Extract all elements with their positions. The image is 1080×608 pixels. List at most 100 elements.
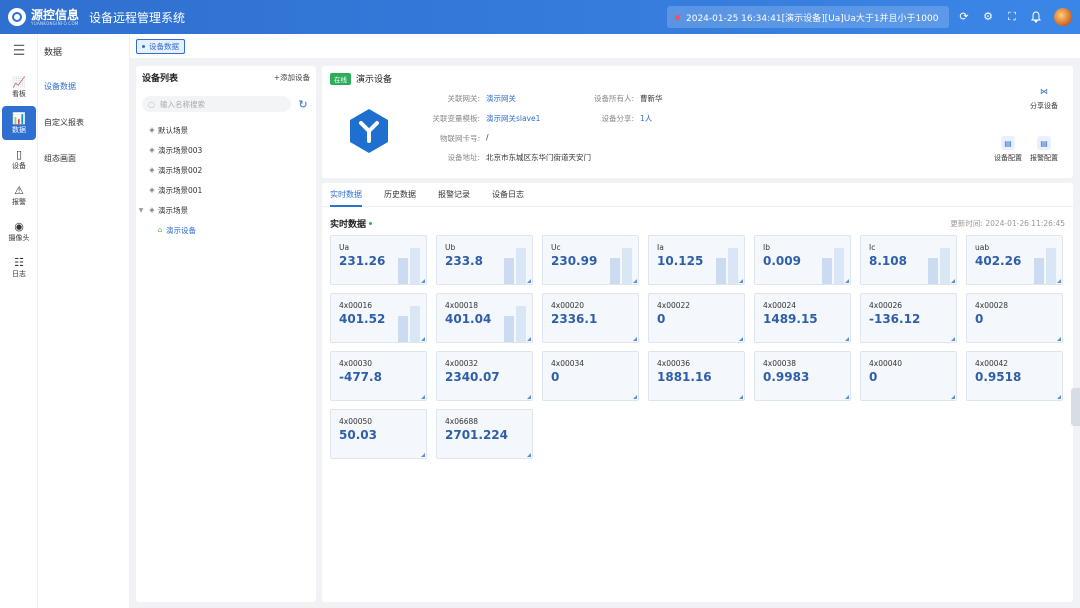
rail-item-dashboard[interactable]: 📈 看板	[2, 70, 36, 104]
tree-node[interactable]: ◈ 演示场景002	[136, 160, 316, 180]
gateway-key: 关联网关:	[447, 94, 480, 103]
gateway-link[interactable]: 演示网关	[486, 93, 516, 104]
bell-icon[interactable]	[1030, 11, 1042, 23]
data-cell[interactable]: Ua 231.26	[330, 235, 427, 285]
data-cell[interactable]: 4x00038 0.9983	[754, 351, 851, 401]
rail-item-device[interactable]: ▯ 设备	[2, 142, 36, 176]
page-tab-device-data[interactable]: 设备数据	[136, 39, 185, 54]
submenu-item-device-data[interactable]: 设备数据	[38, 68, 129, 104]
refresh-icon[interactable]: ⟳	[958, 11, 970, 23]
resize-corner-icon	[845, 337, 849, 341]
rail-item-alarm[interactable]: ⚠ 报警	[2, 178, 36, 212]
submenu-item-scada[interactable]: 组态画面	[38, 140, 129, 176]
tab-realtime[interactable]: 实时数据	[330, 183, 362, 207]
device-search-input[interactable]: ○ 输入名称搜索	[142, 96, 291, 112]
owner-key: 设备所有人:	[593, 94, 634, 103]
realtime-grid: Ua 231.26 Ub 233.8 Uc 230.99 Ia 10.125 Ib 0.009 Ic…	[330, 235, 1072, 459]
update-time: 更新时间: 2024-01-26 11:26:45	[950, 219, 1065, 228]
dashboard-icon: 📈	[12, 75, 26, 89]
rail-item-label: 摄像头	[8, 233, 30, 242]
side-drawer-handle[interactable]	[1071, 388, 1080, 426]
data-cell[interactable]: 4x00016 401.52	[330, 293, 427, 343]
data-cell[interactable]: 4x00022 0	[648, 293, 745, 343]
tab-history[interactable]: 历史数据	[384, 183, 416, 207]
tree-node[interactable]: ◈ 演示场景003	[136, 140, 316, 160]
resize-corner-icon	[633, 279, 637, 283]
alarm-config-button[interactable]: ▤ 报警配置	[1030, 136, 1058, 163]
mini-bar	[516, 306, 526, 342]
alarm-text: 2024-01-25 16:34:41[演示设备][Ua]Ua大于1并且小于10…	[686, 13, 939, 24]
device-logo-icon	[349, 108, 389, 154]
data-cell[interactable]: Ia 10.125	[648, 235, 745, 285]
data-cell-value: 0.9983	[763, 370, 810, 384]
data-cell[interactable]: uab 402.26	[966, 235, 1063, 285]
tree-node[interactable]: ◈ 默认场景	[136, 120, 316, 140]
realtime-title: 实时数据	[330, 220, 367, 230]
data-cell-label: 4x00028	[975, 301, 1009, 310]
device-config-button[interactable]: ▤ 设备配置	[994, 136, 1022, 163]
data-cell[interactable]: Ic 8.108	[860, 235, 957, 285]
share-device-button[interactable]: ⋈ 分享设备	[1030, 84, 1058, 111]
data-cell[interactable]: 4x00040 0	[860, 351, 957, 401]
data-cell[interactable]: 4x00032 2340.07	[436, 351, 533, 401]
refresh-list-icon[interactable]: ↻	[296, 98, 310, 111]
resize-corner-icon	[421, 395, 425, 399]
data-cell[interactable]: 4x00042 0.9518	[966, 351, 1063, 401]
data-tabs: 实时数据 历史数据 报警记录 设备日志	[322, 183, 1073, 207]
data-cell-value: 0	[551, 370, 560, 384]
fullscreen-icon[interactable]: ⛶	[1006, 11, 1018, 23]
data-cell-value: 231.26	[339, 254, 386, 268]
resize-corner-icon	[527, 337, 531, 341]
data-cell[interactable]: 4x06688 2701.224	[436, 409, 533, 459]
data-cell[interactable]: Ib 0.009	[754, 235, 851, 285]
alarm-ticker[interactable]: 2024-01-25 16:34:41[演示设备][Ua]Ua大于1并且小于10…	[667, 6, 949, 28]
app-header: 源控信息 YUANKONGINFO.COM 设备远程管理系统 2024-01-2…	[0, 0, 1080, 34]
resize-corner-icon	[633, 395, 637, 399]
resize-corner-icon	[951, 337, 955, 341]
data-cell-label: 4x00042	[975, 359, 1009, 368]
add-device-button[interactable]: +添加设备	[274, 72, 310, 83]
tree-node[interactable]: ◈ 演示场景001	[136, 180, 316, 200]
menu-toggle-icon[interactable]: ☰	[0, 34, 38, 68]
data-cell-value: 8.108	[869, 254, 907, 268]
settings-icon[interactable]: ⚙	[982, 11, 994, 23]
data-cell[interactable]: 4x00030 -477.8	[330, 351, 427, 401]
data-cell[interactable]: 4x00018 401.04	[436, 293, 533, 343]
expand-caret-icon[interactable]: ▼	[136, 207, 146, 214]
data-cell-value: 401.52	[339, 312, 386, 326]
tree-node[interactable]: ▼ ◈ 演示场景	[136, 200, 316, 220]
data-cell[interactable]: 4x00026 -136.12	[860, 293, 957, 343]
mini-bar	[398, 316, 408, 342]
data-cell-value: 402.26	[975, 254, 1022, 268]
tab-dot-icon	[142, 45, 145, 48]
device-node-icon: ⌂	[157, 226, 163, 234]
data-cell[interactable]: 4x00034 0	[542, 351, 639, 401]
data-cell[interactable]: Uc 230.99	[542, 235, 639, 285]
rail-item-log[interactable]: ☷ 日志	[2, 250, 36, 284]
data-cell-value: -477.8	[339, 370, 382, 384]
data-cell[interactable]: 4x00050 50.03	[330, 409, 427, 459]
template-link[interactable]: 演示网关slave1	[486, 113, 540, 124]
data-cell[interactable]: Ub 233.8	[436, 235, 533, 285]
tab-device-log[interactable]: 设备日志	[492, 183, 524, 207]
submenu-item-custom-report[interactable]: 自定义报表	[38, 104, 129, 140]
config-icon: ▤	[1001, 136, 1015, 150]
tree-node-device[interactable]: ⌂ 演示设备	[136, 220, 316, 240]
resize-corner-icon	[527, 453, 531, 457]
mini-bar	[398, 258, 408, 284]
submenu: 数据 设备数据 自定义报表 组态画面	[38, 34, 130, 608]
resize-corner-icon	[845, 395, 849, 399]
resize-corner-icon	[739, 337, 743, 341]
data-cell[interactable]: 4x00036 1881.16	[648, 351, 745, 401]
data-cell[interactable]: 4x00020 2336.1	[542, 293, 639, 343]
data-cell-value: 0	[975, 312, 984, 326]
rail-item-camera[interactable]: ◉ 摄像头	[2, 214, 36, 248]
share-count[interactable]: 1人	[640, 113, 652, 124]
data-cell[interactable]: 4x00024 1489.15	[754, 293, 851, 343]
device-list-panel: 设备列表 +添加设备 ○ 输入名称搜索 ↻ ◈ 默认场景 ◈ 演示场景003 ◈ 演示…	[136, 66, 316, 602]
avatar[interactable]	[1054, 8, 1072, 26]
data-cell-label: 4x00040	[869, 359, 903, 368]
data-cell[interactable]: 4x00028 0	[966, 293, 1063, 343]
rail-item-data[interactable]: 📊 数据	[2, 106, 36, 140]
tab-alarm-records[interactable]: 报警记录	[438, 183, 470, 207]
